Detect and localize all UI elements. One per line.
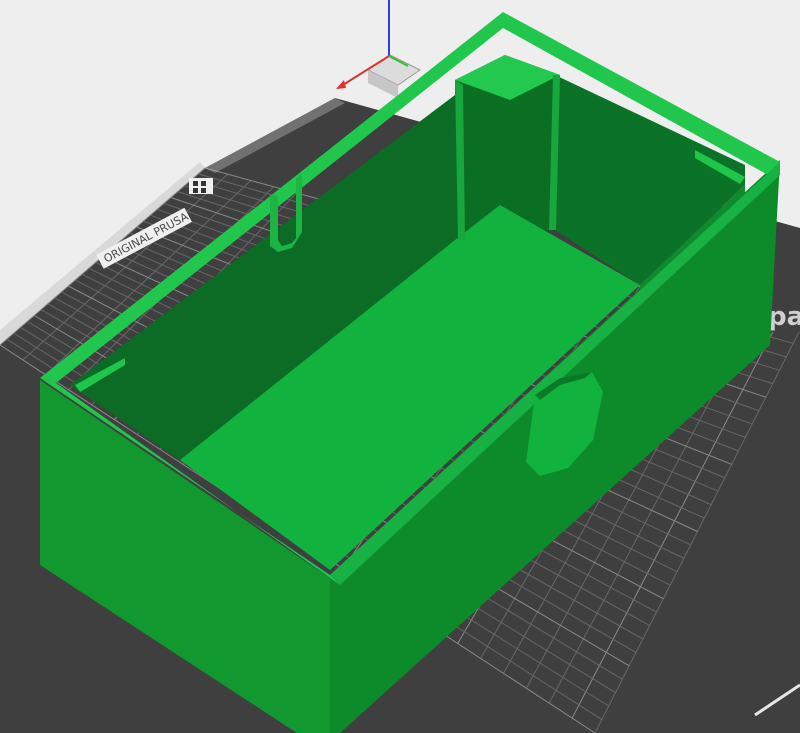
3d-viewport[interactable]: ORIGINAL PRUSA pa — [0, 0, 800, 733]
bed-corner-icon — [189, 178, 213, 194]
bed-brand-text: pa — [768, 302, 800, 332]
